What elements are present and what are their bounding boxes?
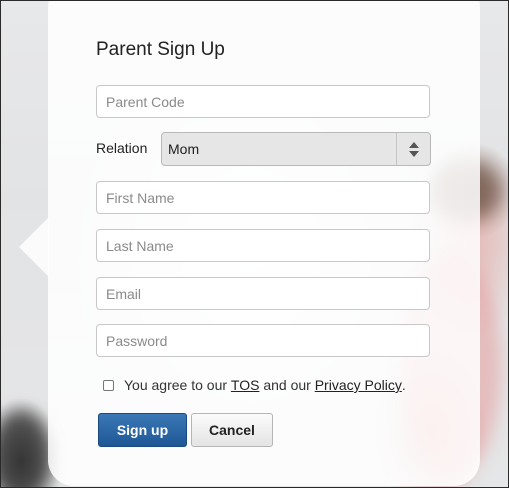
privacy-policy-link[interactable]: Privacy Policy — [315, 377, 402, 393]
agree-text-prefix: You agree to our — [124, 377, 231, 393]
signup-button[interactable]: Sign up — [98, 413, 187, 447]
first-name-input[interactable] — [96, 181, 430, 214]
relation-label: Relation — [96, 140, 148, 156]
relation-select[interactable]: Mom — [161, 132, 431, 166]
password-input[interactable] — [96, 324, 430, 357]
page-title: Parent Sign Up — [96, 39, 225, 60]
terms-agreement: You agree to our TOS and our Privacy Pol… — [103, 377, 406, 393]
terms-checkbox[interactable] — [103, 379, 114, 391]
agree-text-suffix: . — [401, 377, 406, 393]
email-input[interactable] — [96, 277, 430, 310]
background-photo: Parent Sign Up Relation Mom You agree to… — [0, 0, 509, 488]
relation-select-value: Mom — [168, 141, 200, 157]
tos-link[interactable]: TOS — [231, 377, 260, 393]
cancel-button[interactable]: Cancel — [191, 413, 273, 447]
parent-code-input[interactable] — [96, 85, 430, 118]
last-name-input[interactable] — [96, 229, 430, 262]
background-blur-dark — [1, 411, 51, 487]
up-down-chevron-icon — [396, 133, 430, 165]
card-pointer — [19, 217, 49, 277]
agree-text-middle: and our — [259, 377, 315, 393]
